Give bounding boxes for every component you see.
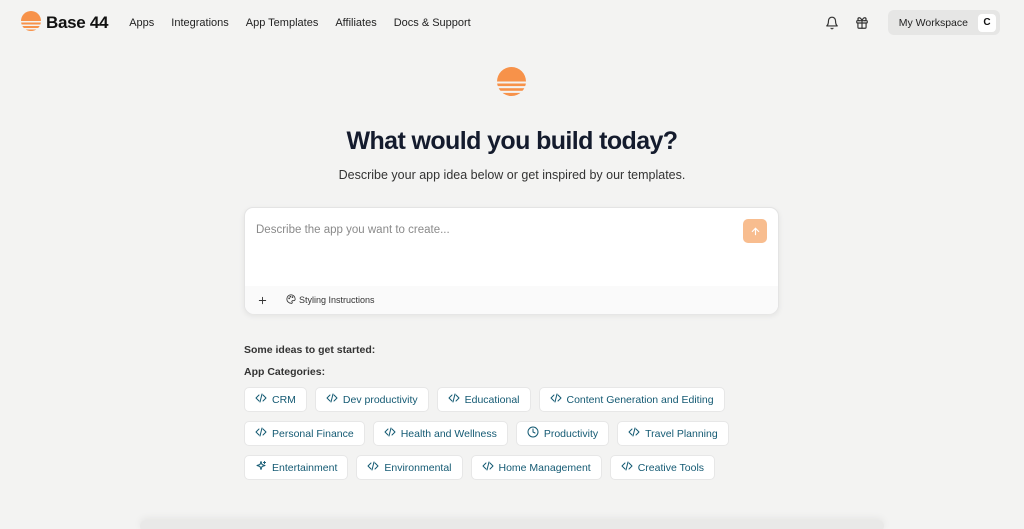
chip-label: Home Management	[498, 461, 591, 474]
code-icon	[628, 425, 640, 443]
chip-label: CRM	[272, 393, 296, 406]
chip-label: Environmental	[384, 461, 452, 474]
chip-productivity[interactable]: Productivity	[515, 421, 610, 446]
categories-heading: App Categories:	[244, 366, 326, 378]
chip-label: Creative Tools	[637, 461, 705, 474]
top-bar: Base 44 Apps Integrations App Templates …	[0, 0, 1024, 46]
page-title: What would you build today?	[346, 127, 679, 155]
chip-educational[interactable]: Educational	[436, 387, 531, 412]
main-nav: Apps Integrations App Templates Affiliat…	[129, 17, 471, 29]
nav-integrations[interactable]: Integrations	[171, 17, 228, 29]
sun-logo-icon	[21, 10, 41, 36]
avatar: C	[978, 13, 996, 32]
send-button[interactable]	[743, 219, 767, 243]
bell-icon[interactable]	[824, 15, 840, 31]
nav-affiliates[interactable]: Affiliates	[335, 17, 376, 29]
brand-logo[interactable]: Base 44	[21, 10, 109, 36]
chip-crm[interactable]: CRM	[244, 387, 307, 412]
nav-docs-support[interactable]: Docs & Support	[394, 17, 471, 29]
styling-instructions-label: Styling Instructions	[299, 295, 375, 305]
workspace-label: My Workspace	[898, 16, 968, 29]
chip-label: Dev productivity	[342, 393, 418, 406]
app-idea-input[interactable]	[256, 220, 726, 240]
attach-plus-icon[interactable]	[256, 294, 268, 306]
chip-label: Productivity	[543, 427, 599, 440]
chip-row: Personal Finance Health and Wellness Pro…	[244, 421, 784, 446]
chip-content-generation[interactable]: Content Generation and Editing	[538, 387, 725, 412]
hero-sun-logo-icon	[497, 67, 526, 101]
chip-dev-productivity[interactable]: Dev productivity	[314, 387, 429, 412]
nav-app-templates[interactable]: App Templates	[246, 17, 319, 29]
code-icon	[255, 425, 267, 443]
chip-row: Entertainment Environmental Home Managem…	[244, 455, 784, 480]
chip-label: Personal Finance	[272, 427, 354, 440]
chip-health-wellness[interactable]: Health and Wellness	[372, 421, 508, 446]
chip-environmental[interactable]: Environmental	[356, 455, 463, 480]
sparkle-icon	[255, 459, 267, 477]
ideas-heading: Some ideas to get started:	[244, 344, 376, 356]
chip-label: Health and Wellness	[400, 427, 497, 440]
category-chips: CRM Dev productivity Educational Content…	[244, 387, 784, 489]
gift-icon[interactable]	[854, 15, 870, 31]
chip-label: Educational	[464, 393, 520, 406]
chip-label: Content Generation and Editing	[566, 393, 714, 406]
chip-travel-planning[interactable]: Travel Planning	[617, 421, 729, 446]
palette-icon	[286, 291, 296, 309]
code-icon	[550, 391, 562, 409]
bottom-panel-edge	[140, 520, 884, 529]
code-icon	[621, 459, 633, 477]
styling-instructions-button[interactable]: Styling Instructions	[286, 291, 375, 309]
code-icon	[255, 391, 267, 409]
clock-icon	[527, 425, 539, 443]
arrow-up-icon	[751, 227, 759, 235]
chip-home-management[interactable]: Home Management	[470, 455, 602, 480]
chip-label: Entertainment	[272, 461, 338, 474]
prompt-toolbar: Styling Instructions	[245, 286, 778, 314]
code-icon	[448, 391, 460, 409]
chip-creative-tools[interactable]: Creative Tools	[609, 455, 716, 480]
page-subtitle: Describe your app idea below or get insp…	[338, 168, 686, 182]
code-icon	[482, 459, 494, 477]
header-tools: My Workspace C	[824, 10, 1000, 35]
brand-name: Base 44	[46, 13, 109, 32]
chip-row: CRM Dev productivity Educational Content…	[244, 387, 784, 412]
chip-label: Travel Planning	[645, 427, 718, 440]
workspace-button[interactable]: My Workspace C	[887, 10, 1000, 35]
code-icon	[384, 425, 396, 443]
chip-entertainment[interactable]: Entertainment	[244, 455, 349, 480]
chip-personal-finance[interactable]: Personal Finance	[244, 421, 365, 446]
prompt-card: Styling Instructions	[244, 207, 779, 314]
code-icon	[367, 459, 379, 477]
nav-apps[interactable]: Apps	[129, 17, 154, 29]
code-icon	[326, 391, 338, 409]
